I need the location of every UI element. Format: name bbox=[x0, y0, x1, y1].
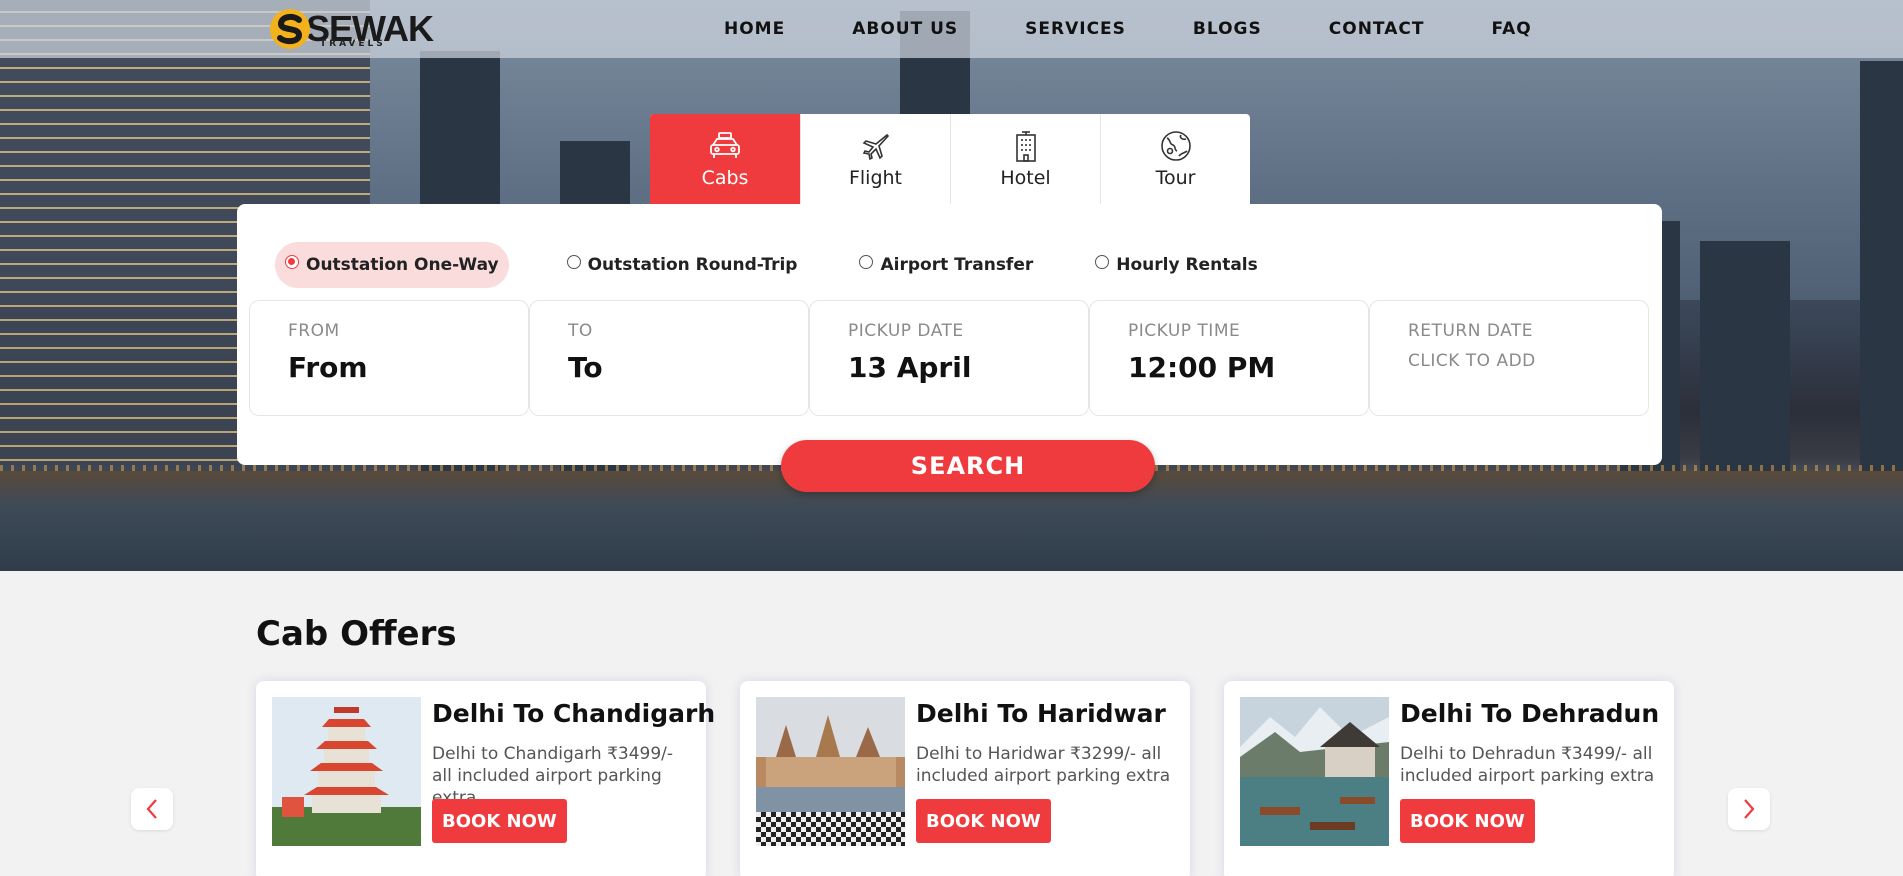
search-button[interactable]: SEARCH bbox=[781, 440, 1155, 492]
tab-hotel[interactable]: Hotel bbox=[950, 114, 1100, 204]
offer-image-haridwar bbox=[756, 697, 905, 846]
trip-label: Outstation One-Way bbox=[306, 255, 499, 275]
to-field[interactable]: TO To bbox=[529, 300, 809, 416]
offer-title: Delhi To Dehradun bbox=[1400, 699, 1660, 728]
offer-card: Delhi To Haridwar Delhi to Haridwar ₹329… bbox=[740, 681, 1190, 876]
taxi-icon bbox=[708, 129, 742, 163]
tab-tour-label: Tour bbox=[1155, 167, 1196, 189]
from-value: From bbox=[288, 351, 368, 384]
nav-services[interactable]: SERVICES bbox=[1025, 19, 1126, 39]
trip-type-options: Outstation One-Way Outstation Round-Trip… bbox=[275, 242, 1268, 288]
offer-image-chandigarh bbox=[272, 697, 421, 846]
building bbox=[1700, 241, 1790, 481]
radio-icon[interactable] bbox=[1095, 255, 1110, 269]
nav-contact[interactable]: CONTACT bbox=[1329, 19, 1425, 39]
tab-cabs-label: Cabs bbox=[701, 167, 749, 189]
trip-outstation-round-trip[interactable]: Outstation Round-Trip bbox=[557, 242, 808, 288]
book-now-button[interactable]: BOOK NOW bbox=[916, 799, 1051, 843]
pickup-time-label: PICKUP TIME bbox=[1128, 321, 1241, 341]
from-field[interactable]: FROM From bbox=[249, 300, 529, 416]
trip-label: Hourly Rentals bbox=[1116, 255, 1258, 275]
trip-hourly-rentals[interactable]: Hourly Rentals bbox=[1085, 242, 1268, 288]
pickup-date-field[interactable]: PICKUP DATE 13 April bbox=[809, 300, 1089, 416]
offer-card: Delhi To Chandigarh Delhi to Chandigarh … bbox=[256, 681, 715, 876]
carousel-prev-button[interactable] bbox=[131, 788, 173, 830]
offer-card: Delhi To Dehradun Delhi to Dehradun ₹349… bbox=[1224, 681, 1674, 876]
radio-icon[interactable] bbox=[566, 255, 581, 269]
trip-label: Outstation Round-Trip bbox=[587, 255, 798, 275]
building bbox=[1860, 61, 1903, 481]
trip-outstation-one-way[interactable]: Outstation One-Way bbox=[275, 242, 509, 288]
carousel-next-button[interactable] bbox=[1728, 788, 1770, 830]
tab-flight[interactable]: Flight bbox=[800, 114, 950, 204]
nav-blogs[interactable]: BLOGS bbox=[1193, 19, 1262, 39]
tab-tour[interactable]: Tour bbox=[1100, 114, 1250, 204]
chevron-left-icon bbox=[146, 799, 157, 819]
globe-icon bbox=[1159, 129, 1193, 163]
to-label: TO bbox=[568, 321, 593, 341]
pickup-date-label: PICKUP DATE bbox=[848, 321, 964, 341]
radio-icon[interactable] bbox=[859, 255, 874, 269]
trip-airport-transfer[interactable]: Airport Transfer bbox=[849, 242, 1043, 288]
book-now-button[interactable]: BOOK NOW bbox=[1400, 799, 1535, 843]
nav-faq[interactable]: FAQ bbox=[1491, 19, 1531, 39]
pickup-time-value: 12:00 PM bbox=[1128, 351, 1276, 384]
from-label: FROM bbox=[288, 321, 340, 341]
top-navbar: SEWAK TRAVELS HOME ABOUT US SERVICES BLO… bbox=[0, 0, 1903, 58]
trip-label: Airport Transfer bbox=[880, 255, 1034, 275]
chevron-right-icon bbox=[1744, 799, 1755, 819]
offer-title: Delhi To Haridwar bbox=[916, 699, 1166, 728]
return-date-label: RETURN DATE bbox=[1408, 321, 1534, 341]
offer-image-dehradun bbox=[1240, 697, 1389, 846]
offers-heading: Cab Offers bbox=[256, 614, 457, 654]
pickup-date-value: 13 April bbox=[848, 351, 972, 384]
return-date-field[interactable]: RETURN DATE CLICK TO ADD bbox=[1369, 300, 1649, 416]
book-now-button[interactable]: BOOK NOW bbox=[432, 799, 567, 843]
return-date-hint: CLICK TO ADD bbox=[1408, 351, 1536, 371]
plane-icon bbox=[860, 129, 892, 163]
building bbox=[0, 0, 150, 481]
radio-selected-icon[interactable] bbox=[285, 255, 299, 269]
main-nav: HOME ABOUT US SERVICES BLOGS CONTACT FAQ bbox=[724, 0, 1532, 58]
to-value: To bbox=[568, 351, 603, 384]
search-panel: Outstation One-Way Outstation Round-Trip… bbox=[237, 204, 1662, 465]
building-icon bbox=[1012, 129, 1040, 163]
search-fields: FROM From TO To PICKUP DATE 13 April PIC… bbox=[249, 300, 1649, 416]
nav-home[interactable]: HOME bbox=[724, 19, 785, 39]
offer-title: Delhi To Chandigarh bbox=[432, 699, 716, 728]
tab-cabs[interactable]: Cabs bbox=[650, 114, 800, 204]
pickup-time-field[interactable]: PICKUP TIME 12:00 PM bbox=[1089, 300, 1369, 416]
logo-tagline: TRAVELS bbox=[320, 39, 386, 49]
tab-flight-label: Flight bbox=[848, 167, 903, 189]
offer-description: Delhi to Haridwar ₹3299/- all included a… bbox=[916, 744, 1171, 786]
tab-hotel-label: Hotel bbox=[1000, 167, 1051, 189]
logo-mark-icon bbox=[268, 7, 312, 51]
offer-description: Delhi to Dehradun ₹3499/- all included a… bbox=[1400, 744, 1655, 786]
nav-about-us[interactable]: ABOUT US bbox=[852, 19, 958, 39]
booking-tabs: Cabs Flight Hotel Tour bbox=[650, 114, 1250, 204]
